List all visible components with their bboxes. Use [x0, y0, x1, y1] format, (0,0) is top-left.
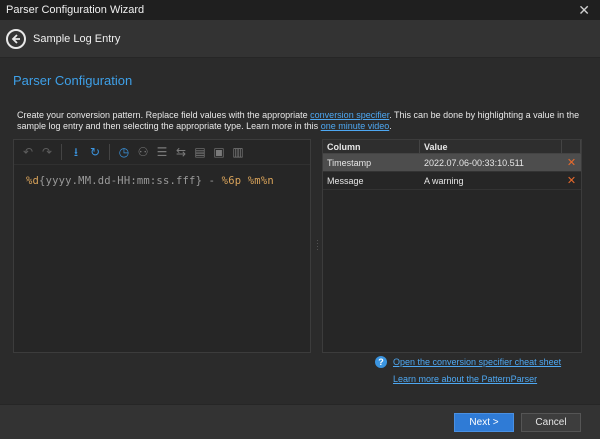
pattern-separator: - — [202, 175, 222, 187]
back-arrow-icon[interactable] — [6, 28, 26, 49]
clock-icon[interactable]: ◷ — [116, 144, 132, 160]
splitter-handle[interactable]: · · · · — [316, 236, 319, 254]
column-header-column: Column — [323, 140, 420, 153]
table-header: Column Value — [323, 140, 581, 154]
pattern-date-specifier: %d — [26, 175, 40, 187]
cancel-button[interactable]: Cancel — [521, 413, 581, 432]
cheat-sheet-link[interactable]: Open the conversion specifier cheat shee… — [393, 357, 561, 367]
one-minute-video-link[interactable]: one minute video — [321, 121, 390, 131]
instructions-part-1: Create your conversion pattern. Replace … — [17, 110, 311, 120]
next-button[interactable]: Next > — [454, 413, 514, 432]
pattern-level-specifier: %6p — [221, 175, 242, 187]
fields-table: Column Value Timestamp 2022.07.06-00:33:… — [322, 139, 582, 353]
editor-toolbar: ↶ ↷ ⭳ ↻ ◷ ⚇ ☰ ⇆ ▤ ▣ ▥ — [14, 140, 310, 165]
instructions-part-3: . — [389, 121, 392, 131]
pattern-message-specifier: %m — [247, 175, 261, 187]
page-title: Parser Configuration — [13, 73, 133, 88]
wizard-header: Sample Log Entry — [0, 20, 600, 58]
pattern-newline-specifier: %n — [260, 175, 274, 187]
pattern-parser-link[interactable]: Learn more about the PatternParser — [393, 374, 537, 384]
network-icon[interactable]: ⇆ — [173, 144, 189, 160]
window-title: Parser Configuration Wizard — [6, 4, 145, 16]
download-icon[interactable]: ⭳ — [68, 144, 84, 160]
document-icon[interactable]: ▤ — [192, 144, 208, 160]
refresh-icon[interactable]: ↻ — [87, 144, 103, 160]
pattern-editor[interactable]: ↶ ↷ ⭳ ↻ ◷ ⚇ ☰ ⇆ ▤ ▣ ▥ %d{yyyy.MM.dd-HH:m… — [13, 139, 311, 353]
instructions-text: Create your conversion pattern. Replace … — [17, 110, 582, 132]
window-titlebar: Parser Configuration Wizard ✕ — [0, 0, 600, 20]
row-column-cell: Timestamp — [327, 157, 372, 168]
conversion-pattern[interactable]: %d{yyyy.MM.dd-HH:mm:ss.fff} - %6p %m%n — [14, 165, 310, 187]
column-header-actions — [562, 140, 581, 153]
row-value-cell: 2022.07.06-00:33:10.511 — [424, 157, 524, 168]
close-icon[interactable]: ✕ — [578, 2, 590, 19]
hierarchy-icon[interactable]: ⚇ — [135, 144, 151, 160]
redo-icon[interactable]: ↷ — [39, 144, 55, 160]
undo-icon[interactable]: ↶ — [20, 144, 36, 160]
row-column-cell: Message — [327, 175, 364, 186]
column-header-value: Value — [420, 140, 562, 153]
delete-icon[interactable]: ✕ — [562, 156, 581, 169]
table-row[interactable]: Message A warning ✕ — [323, 172, 581, 190]
pattern-date-format: {yyyy.MM.dd-HH:mm:ss.fff} — [39, 175, 203, 187]
delete-icon[interactable]: ✕ — [562, 174, 581, 187]
toolbar-divider — [109, 144, 110, 160]
list-icon[interactable]: ☰ — [154, 144, 170, 160]
wizard-footer: Next > Cancel — [0, 404, 600, 439]
remove-document-icon[interactable]: ▥ — [230, 144, 246, 160]
help-icon[interactable]: ? — [375, 356, 387, 368]
row-value-cell: A warning — [424, 175, 464, 186]
breadcrumb: Sample Log Entry — [33, 32, 121, 45]
add-document-icon[interactable]: ▣ — [211, 144, 227, 160]
table-row[interactable]: Timestamp 2022.07.06-00:33:10.511 ✕ — [323, 154, 581, 172]
conversion-specifier-link[interactable]: conversion specifier — [310, 110, 389, 120]
toolbar-divider — [61, 144, 62, 160]
